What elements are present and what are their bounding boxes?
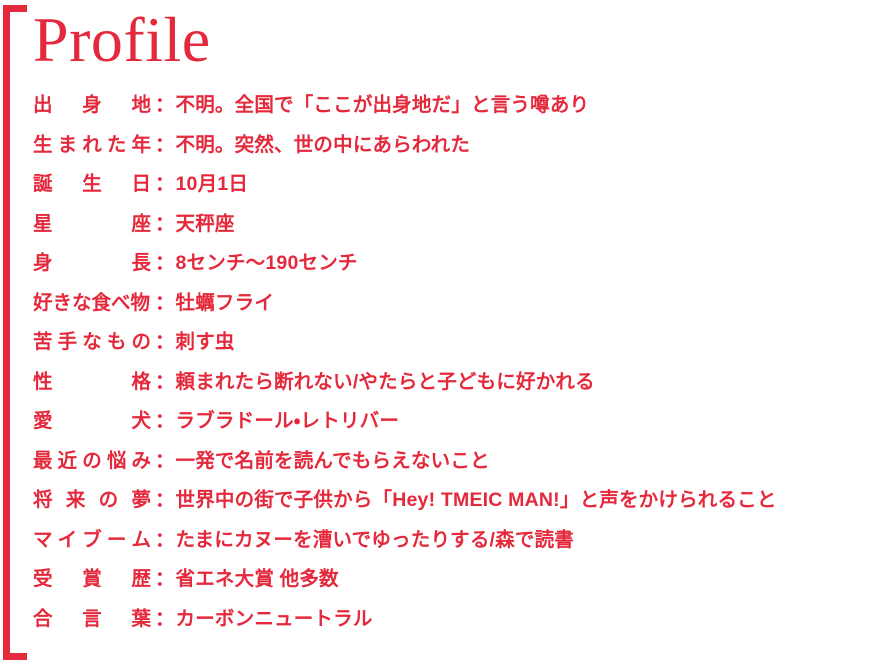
- profile-row: 最近の悩み：一発で名前を読んでもらえないこと: [33, 444, 863, 484]
- profile-row-label: 生まれた年: [33, 133, 151, 156]
- profile-row-separator: ：: [155, 252, 175, 274]
- profile-row-label: 性格: [33, 370, 151, 393]
- profile-row-label: 愛犬: [33, 410, 151, 432]
- profile-row-value: 8センチ〜190センチ: [175, 252, 358, 274]
- profile-row: 愛犬：ラブラドール・レトリバー: [33, 404, 863, 444]
- bracket-bottom-arm: [3, 653, 27, 660]
- profile-row-separator: ：: [155, 94, 175, 116]
- profile-row-separator: ：: [155, 528, 175, 551]
- profile-row-value: 10月1日: [175, 173, 249, 195]
- profile-row-separator: ：: [155, 607, 175, 630]
- profile-row-separator: ：: [155, 370, 175, 393]
- profile-row-value: カーボンニュートラル: [175, 607, 373, 630]
- profile-row-label: マイブーム: [33, 528, 151, 551]
- profile-row-separator: ：: [155, 410, 175, 432]
- profile-row: 身長： 8センチ〜190センチ: [33, 246, 863, 286]
- profile-row: 性格：頼まれたら断れない/やたらと子どもに好かれる: [33, 365, 863, 405]
- profile-row-value: 頼まれたら断れない/やたらと子どもに好かれる: [175, 370, 595, 393]
- profile-row-label: 受賞歴: [33, 568, 151, 590]
- profile-row: 受賞歴：省エネ大賞 他多数: [33, 562, 863, 602]
- profile-row-label: 合言葉: [33, 607, 151, 630]
- profile-row: 苦手なもの：刺す虫: [33, 325, 863, 365]
- bracket-vertical-bar: [3, 5, 10, 660]
- profile-row-separator: ：: [155, 173, 175, 195]
- profile-row-value: 刺す虫: [175, 331, 235, 353]
- profile-row-value: 一発で名前を読んでもらえないこと: [175, 449, 490, 472]
- profile-fields-list: 出身地：不明。全国で「ここが出身地だ」と言う噂あり生まれた年：不明。突然、世の中…: [33, 88, 863, 641]
- profile-row: 将来の夢：世界中の街で子供から「Hey! TMEIC MAN!」と声をかけられる…: [33, 483, 863, 523]
- profile-row-label: 星座: [33, 212, 151, 235]
- bracket-top-arm: [3, 5, 27, 12]
- profile-row: 星座：天秤座: [33, 207, 863, 247]
- profile-row-separator: ：: [155, 449, 175, 472]
- profile-row-label: 最近の悩み: [33, 449, 151, 472]
- profile-row-value: 不明。全国で「ここが出身地だ」と言う噂あり: [175, 94, 590, 116]
- profile-row-value: 天秤座: [175, 212, 235, 235]
- profile-row: 好きな食べ物：牡蠣フライ: [33, 286, 863, 326]
- profile-row-label: 将来の夢: [33, 489, 151, 511]
- page-title: Profile: [33, 4, 211, 75]
- profile-row: 合言葉：カーボンニュートラル: [33, 602, 863, 642]
- profile-row-label: 身長: [33, 252, 151, 274]
- profile-row-label: 誕生日: [33, 173, 151, 195]
- profile-row-value: ラブラドール・レトリバー: [175, 410, 400, 432]
- profile-row-separator: ：: [155, 489, 175, 511]
- profile-row-label: 出身地: [33, 94, 151, 116]
- profile-row-separator: ：: [155, 331, 175, 353]
- profile-row-label: 好きな食べ物: [33, 291, 151, 314]
- profile-row: 誕生日： 10月1日: [33, 167, 863, 207]
- profile-row-separator: ：: [155, 568, 175, 590]
- profile-row-value: 不明。突然、世の中にあらわれた: [175, 133, 471, 156]
- profile-row: 出身地：不明。全国で「ここが出身地だ」と言う噂あり: [33, 88, 863, 128]
- left-bracket-decoration: [3, 5, 27, 660]
- profile-row-value: 世界中の街で子供から「Hey! TMEIC MAN!」と声をかけられること: [175, 489, 777, 511]
- profile-row-value: 省エネ大賞 他多数: [175, 568, 339, 590]
- profile-row: 生まれた年：不明。突然、世の中にあらわれた: [33, 128, 863, 168]
- profile-row-separator: ：: [155, 291, 175, 314]
- profile-row-value: 牡蠣フライ: [175, 291, 275, 314]
- profile-row-label: 苦手なもの: [33, 331, 151, 353]
- profile-row: マイブーム：たまにカヌーを漕いでゆったりする/森で読書: [33, 523, 863, 563]
- profile-row-separator: ：: [155, 133, 175, 156]
- profile-row-value: たまにカヌーを漕いでゆったりする/森で読書: [175, 528, 574, 551]
- profile-page: Profile 出身地：不明。全国で「ここが出身地だ」と言う噂あり生まれた年：不…: [0, 0, 874, 666]
- profile-row-separator: ：: [155, 212, 175, 235]
